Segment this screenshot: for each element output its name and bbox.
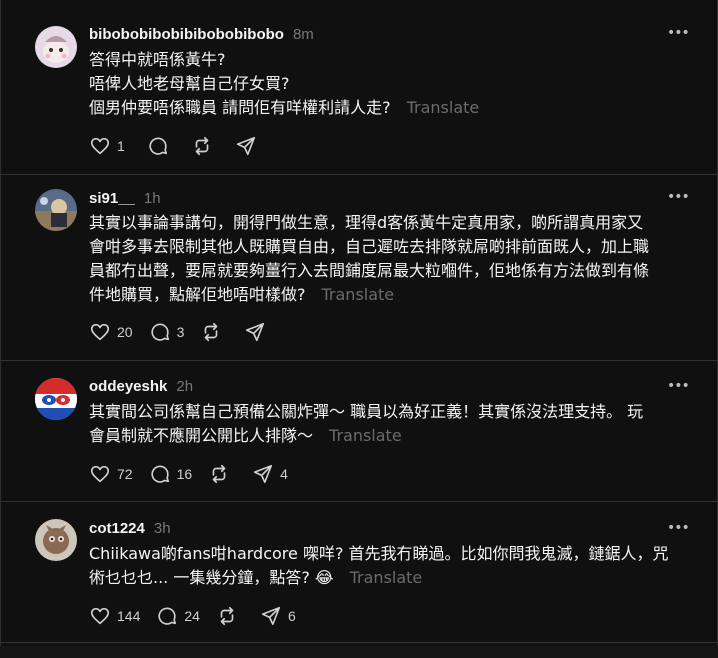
post-line: 會員制就不應開公開比人排隊～ (89, 426, 314, 445)
action-bar: 1 (89, 134, 279, 158)
post-time: 3h (153, 520, 171, 537)
post-line: 其實以事論事講句，開得門做生意，理得d客係黃牛定真用家，啲所謂真用家又 (89, 213, 644, 232)
comment-icon (158, 607, 177, 625)
share-count: 4 (280, 466, 288, 482)
share-button[interactable]: 4 (252, 463, 288, 485)
post-body: 答得中就唔係黃牛? 唔俾人地老母幫自己仔女買? 個男仲要唔係職員 請問佢有咩權利… (89, 48, 689, 120)
like-button[interactable]: 144 (89, 605, 140, 627)
comment-icon (151, 465, 169, 483)
more-icon[interactable]: ••• (667, 379, 690, 397)
comment-icon (149, 137, 167, 155)
post-time: 2h (176, 378, 194, 395)
repost-icon (220, 606, 234, 626)
share-icon (261, 606, 281, 626)
post-body: Chiikawa啲fans咁hardcore 㗎咩? 首先我冇睇過。比如你問我鬼… (89, 542, 689, 590)
avatar[interactable] (35, 519, 77, 561)
share-button[interactable] (244, 321, 272, 343)
username-text[interactable]: cot1224 (89, 520, 145, 537)
username-text[interactable]: si91__ (89, 190, 135, 207)
post-divider (0, 642, 718, 643)
avatar[interactable] (35, 189, 77, 231)
left-border (0, 0, 1, 658)
username-text[interactable]: bibobobibobibibobobibobo (89, 26, 284, 43)
username[interactable]: oddeyeshk 2h (89, 378, 193, 395)
heart-icon (90, 607, 110, 625)
post-line: 個男仲要唔係職員 請問佢有咩權利請人走? (89, 98, 391, 117)
repost-button[interactable] (200, 321, 228, 343)
comment-count: 16 (176, 466, 193, 482)
more-icon[interactable]: ••• (667, 190, 690, 208)
post-line: 員都冇出聲，要屌就要夠薑行入去間鋪度屌最大粒嗰件，佢地係有方法做到有條 (89, 261, 650, 280)
heart-icon (90, 137, 110, 155)
post-line: 會咁多事去限制其他人既購買自由，自己遲咗去排隊就屌啲排前面既人，加上職 (89, 237, 650, 256)
post-divider (0, 174, 718, 175)
repost-button[interactable] (191, 135, 219, 157)
more-icon[interactable]: ••• (667, 521, 690, 539)
share-button[interactable] (235, 135, 263, 157)
action-bar: 72 16 4 (89, 462, 304, 486)
username[interactable]: bibobobibobibibobobibobo 8m (89, 26, 314, 43)
post-line: 答得中就唔係黃牛? (89, 50, 226, 69)
username-text[interactable]: oddeyeshk (89, 378, 167, 395)
post-line-with-translate: 件地購買，點解佢地唔咁樣做? Translate (89, 283, 689, 307)
repost-button[interactable] (208, 463, 236, 485)
translate-link[interactable]: Translate (350, 568, 423, 587)
comment-button[interactable]: 16 (149, 463, 193, 485)
action-bar: 20 3 (89, 320, 288, 344)
post-line: 術乜乜乜... 一集幾分鐘，點答? 😂 (89, 568, 334, 587)
bottom-bar (0, 646, 718, 658)
post-time: 1h (143, 190, 161, 207)
post-divider (0, 360, 718, 361)
post-time: 8m (292, 26, 314, 43)
action-bar: 144 24 6 (89, 604, 312, 628)
post-body: 其實間公司係幫自己預備公關炸彈～ 職員以為好正義！其實係沒法理支持。 玩 會員制… (89, 400, 689, 448)
share-icon (254, 464, 273, 484)
like-count: 20 (117, 324, 133, 340)
post-line: 唔俾人地老母幫自己仔女買? (89, 74, 290, 93)
comment-button[interactable]: 24 (156, 605, 200, 627)
translate-link[interactable]: Translate (329, 426, 402, 445)
post-line: 件地購買，點解佢地唔咁樣做? (89, 285, 306, 304)
heart-icon (90, 323, 110, 341)
translate-link[interactable]: Translate (322, 285, 395, 304)
post-line: 其實間公司係幫自己預備公關炸彈～ 職員以為好正義！其實係沒法理支持。 玩 (89, 402, 644, 421)
share-icon (236, 136, 255, 156)
username[interactable]: cot1224 3h (89, 520, 171, 537)
repost-icon (195, 136, 209, 156)
share-count: 6 (287, 608, 296, 624)
comment-button[interactable]: 3 (149, 321, 185, 343)
comment-count: 24 (184, 608, 200, 624)
share-button[interactable]: 6 (260, 605, 296, 627)
like-button[interactable]: 72 (89, 463, 133, 485)
comment-icon (151, 323, 169, 341)
comment-count: 3 (176, 324, 185, 340)
avatar[interactable] (35, 378, 77, 420)
avatar[interactable] (35, 26, 77, 68)
repost-button[interactable] (216, 605, 244, 627)
like-button[interactable]: 1 (89, 135, 125, 157)
post-line-with-translate: 會員制就不應開公開比人排隊～ Translate (89, 424, 689, 448)
post-line: Chiikawa啲fans咁hardcore 㗎咩? 首先我冇睇過。比如你問我鬼… (89, 544, 669, 563)
like-count: 72 (117, 466, 133, 482)
more-icon[interactable]: ••• (667, 26, 690, 44)
like-count: 144 (117, 608, 141, 624)
comment-button[interactable] (147, 135, 175, 157)
like-count: 1 (117, 138, 125, 154)
repost-icon (205, 322, 218, 342)
heart-icon (90, 465, 110, 483)
post-line-with-translate: 個男仲要唔係職員 請問佢有咩權利請人走? Translate (89, 96, 689, 120)
translate-link[interactable]: Translate (407, 98, 480, 117)
username[interactable]: si91__ 1h (89, 190, 161, 207)
post-line-with-translate: 術乜乜乜... 一集幾分鐘，點答? 😂 Translate (89, 566, 689, 590)
post-divider (0, 501, 718, 502)
like-button[interactable]: 20 (89, 321, 133, 343)
share-icon (246, 322, 265, 342)
post-body: 其實以事論事講句，開得門做生意，理得d客係黃牛定真用家，啲所謂真用家又 會咁多事… (89, 211, 689, 307)
repost-icon (212, 464, 226, 484)
